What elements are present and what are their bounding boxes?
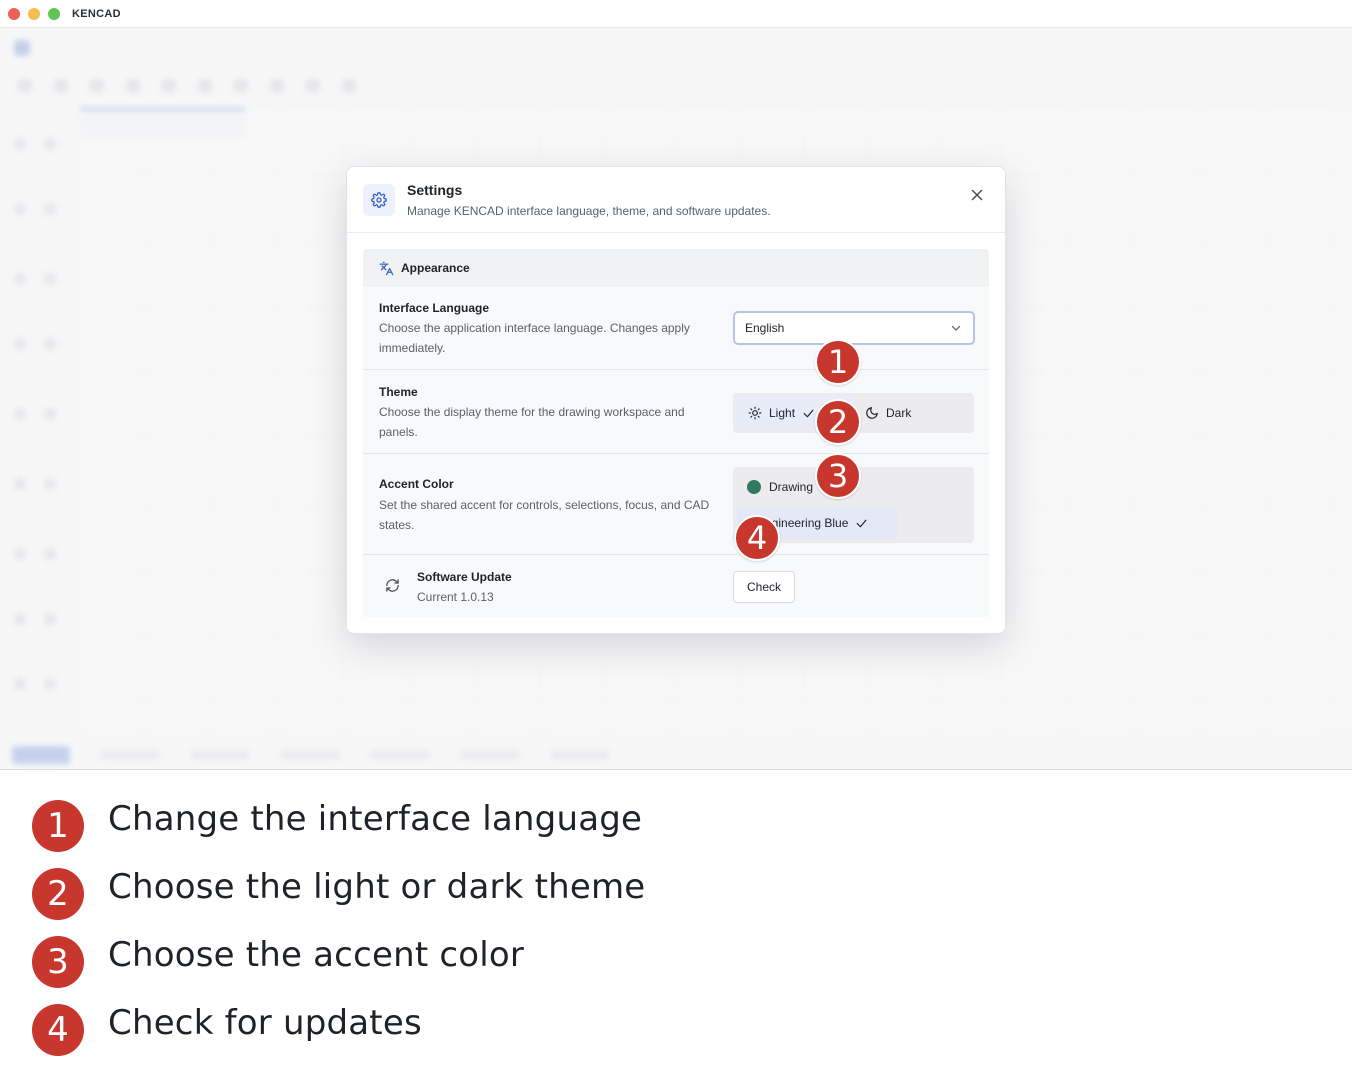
bg-status-chip [370, 750, 430, 760]
theme-option-label: Light [769, 406, 796, 420]
bg-tool-icon [234, 79, 248, 93]
settings-dialog: Settings Manage KENCAD interface languag… [346, 166, 1006, 634]
bg-tool-icon [14, 338, 26, 350]
bg-tool-icon [44, 338, 56, 350]
legend-text: Choose the light or dark theme [108, 867, 646, 907]
bg-status-chip [460, 750, 520, 760]
bg-tool-icon [18, 79, 32, 93]
theme-description: Choose the display theme for the drawing… [379, 405, 685, 439]
legend-badge: 4 [32, 1004, 84, 1056]
language-title: Interface Language [379, 301, 490, 315]
bg-tool-icon [126, 79, 140, 93]
maximize-window-button[interactable] [48, 7, 60, 20]
theme-row: Theme Choose the display theme for the d… [363, 371, 989, 454]
sun-icon [748, 406, 762, 420]
bg-tool-icon [44, 203, 56, 215]
callout-badge: 3 [815, 453, 861, 499]
language-select-value: English [745, 321, 785, 335]
bg-tool-icon [270, 79, 284, 93]
bg-tool-icon [14, 203, 26, 215]
legend-badge: 2 [32, 868, 84, 920]
bg-status-chip [280, 750, 340, 760]
dialog-header: Settings Manage KENCAD interface languag… [347, 167, 1005, 233]
bg-tool-icon [44, 478, 56, 490]
bg-tool-icon [44, 678, 56, 690]
theme-option-label: Dark [886, 406, 912, 420]
check-update-button[interactable]: Check [733, 571, 795, 603]
check-icon [802, 407, 815, 420]
bg-status-chip [550, 750, 610, 760]
bg-tool-icon [44, 548, 56, 560]
bg-logo-icon [14, 40, 30, 56]
legend-badge: 1 [32, 800, 84, 852]
update-current-version: Current 1.0.13 [417, 590, 494, 604]
legend-text: Choose the accent color [108, 935, 525, 975]
minimize-window-button[interactable] [28, 7, 40, 20]
bg-tool-icon [14, 408, 26, 420]
theme-option-dark[interactable]: Dark [853, 396, 971, 430]
legend-text: Change the interface language [108, 799, 643, 839]
update-title: Software Update [417, 570, 512, 584]
callout-badge: 2 [815, 399, 861, 445]
theme-title: Theme [379, 385, 418, 399]
dialog-title: Settings [407, 182, 463, 198]
bg-tool-icon [44, 408, 56, 420]
legend-text: Check for updates [108, 1003, 422, 1043]
translate-icon [379, 261, 394, 276]
accent-option-label: Drawing [769, 480, 814, 494]
bg-tool-icon [14, 138, 26, 150]
bg-menubar [0, 28, 1352, 68]
bg-tool-icon [306, 79, 320, 93]
accent-description: Set the shared accent for controls, sele… [379, 498, 710, 532]
bg-tool-icon [44, 138, 56, 150]
title-bar: KENCAD [0, 0, 1352, 28]
bg-tool-icon [14, 273, 26, 285]
bg-tool-icon [54, 79, 68, 93]
legend-badge: 3 [32, 936, 84, 988]
callout-badge: 1 [815, 339, 861, 385]
bg-toolbar [0, 68, 1352, 104]
bg-tool-icon [14, 678, 26, 690]
language-row: Interface Language Choose the applicatio… [363, 287, 989, 370]
bg-tool-icon [198, 79, 212, 93]
check-icon [855, 517, 868, 530]
accent-row: Accent Color Set the shared accent for c… [363, 455, 989, 555]
bg-side-toolbar [0, 108, 70, 728]
language-select[interactable]: English [733, 311, 975, 345]
update-row: Software Update Current 1.0.13 Check [363, 556, 989, 617]
bg-tool-icon [44, 273, 56, 285]
appearance-section-title: Appearance [401, 261, 470, 275]
bg-status-chip [100, 750, 160, 760]
moon-icon [865, 406, 879, 420]
dialog-subtitle: Manage KENCAD interface language, theme,… [407, 204, 771, 218]
bg-status-chip [12, 746, 70, 764]
close-window-button[interactable] [8, 7, 20, 20]
bg-tool-icon [342, 79, 356, 93]
bg-document-tab [80, 108, 246, 138]
bg-tool-icon [14, 548, 26, 560]
language-description: Choose the application interface languag… [379, 321, 690, 355]
bg-tool-icon [44, 613, 56, 625]
app-window: KENCAD Settings Manage KENCAD interface … [0, 0, 1352, 770]
bg-tool-icon [162, 79, 176, 93]
accent-swatch [747, 480, 761, 494]
bg-tool-icon [14, 613, 26, 625]
callout-badge: 4 [734, 515, 780, 561]
chevron-down-icon [950, 322, 962, 337]
app-title: KENCAD [72, 7, 121, 20]
appearance-section-body: Interface Language Choose the applicatio… [363, 287, 989, 617]
accent-title: Accent Color [379, 477, 454, 491]
bg-tool-icon [14, 478, 26, 490]
bg-status-bar [0, 740, 1352, 769]
close-icon[interactable] [967, 185, 987, 205]
appearance-section-header: Appearance [363, 249, 989, 287]
gear-icon [363, 184, 395, 216]
refresh-icon [385, 578, 400, 593]
bg-status-chip [190, 750, 250, 760]
bg-tool-icon [90, 79, 104, 93]
